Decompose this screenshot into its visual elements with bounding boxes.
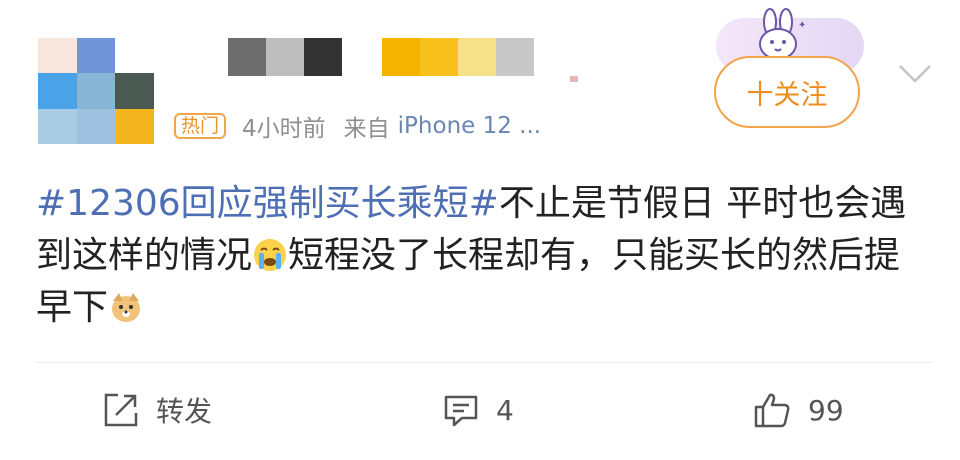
- repost-button[interactable]: 转发: [102, 378, 212, 442]
- user-badge-dot: [570, 76, 578, 82]
- comment-button[interactable]: 4: [442, 378, 514, 442]
- post-meta: 热门 4小时前 来自 iPhone 12 ...: [174, 108, 541, 144]
- post-time: 4小时前: [242, 116, 326, 142]
- avatar[interactable]: [38, 38, 154, 144]
- action-bar: 转发 4 99: [0, 378, 960, 442]
- comment-icon: [444, 395, 478, 427]
- chevron-down-icon[interactable]: [897, 62, 933, 86]
- comment-count: 4: [496, 393, 514, 427]
- follow-button[interactable]: 十关注: [714, 56, 860, 128]
- like-count: 99: [808, 393, 844, 427]
- follow-area: ✦ 十关注: [708, 8, 868, 128]
- username-mosaic[interactable]: [228, 38, 342, 76]
- crying-emoji-icon: [254, 239, 287, 271]
- source-device[interactable]: iPhone 12 ...: [398, 113, 541, 139]
- hot-badge: 热门: [174, 113, 227, 139]
- hashtag-link[interactable]: #12306回应强制买长乘短#: [36, 183, 499, 224]
- repost-label: 转发: [156, 395, 213, 428]
- username-mosaic-2[interactable]: [382, 38, 534, 76]
- dog-emoji-icon: [112, 293, 141, 322]
- post-body: #12306回应强制买长乘短#不止是节假日 平时也会遇到这样的情况 短程没了长程…: [36, 178, 936, 334]
- divider: [36, 362, 932, 363]
- repost-icon: [104, 393, 138, 427]
- source-prefix: 来自: [343, 116, 390, 142]
- like-icon: [754, 393, 790, 428]
- like-button[interactable]: 99: [752, 378, 844, 442]
- svg-text:✦: ✦: [798, 20, 806, 31]
